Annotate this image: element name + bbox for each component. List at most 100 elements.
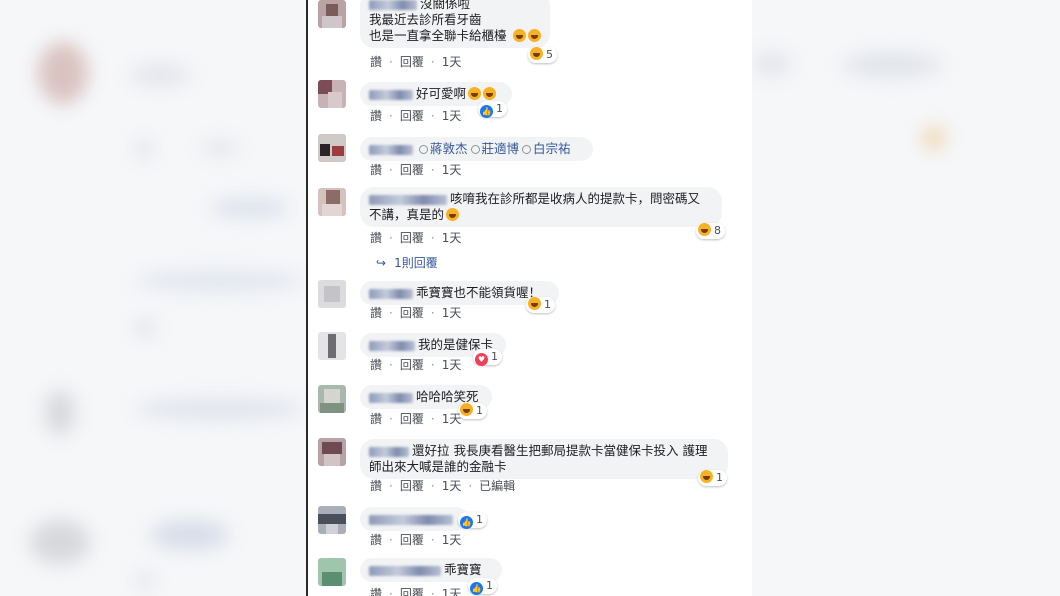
reply-arrow-icon: ↪ — [376, 256, 387, 270]
like-link[interactable]: 讚 — [370, 231, 382, 245]
reply-link[interactable]: 回覆 — [400, 109, 424, 123]
timestamp[interactable]: 1天 — [442, 109, 462, 123]
avatar[interactable] — [318, 188, 346, 216]
reaction-count: 8 — [714, 224, 721, 237]
comment-actions: 讚 · 回覆 · 1天 — [370, 358, 462, 372]
reply-link[interactable]: 回覆 — [400, 231, 424, 245]
laughing-emoji-icon — [483, 87, 497, 100]
comment-actions: 讚 · 回覆 · 1天 — [370, 163, 462, 177]
reaction-count: 1 — [496, 102, 503, 115]
commenter-name[interactable] — [369, 514, 453, 525]
reaction-summary[interactable]: 5 — [528, 47, 557, 63]
reply-link[interactable]: 回覆 — [400, 533, 424, 547]
comment-bubble: 還好拉 我長庚看醫生把郵局提款卡當健保卡投入 護理 師出來大喊是誰的金融卡 — [360, 439, 728, 479]
avatar[interactable] — [318, 280, 346, 308]
like-link[interactable]: 讚 — [370, 306, 382, 320]
like-link[interactable]: 讚 — [370, 55, 382, 69]
reaction-count: 1 — [476, 513, 483, 526]
timestamp[interactable]: 1天 — [442, 358, 462, 372]
blurred-background-right — [752, 0, 1060, 596]
reaction-summary[interactable]: 👍 1 — [458, 512, 487, 529]
avatar[interactable] — [318, 558, 346, 586]
commenter-name[interactable] — [369, 0, 417, 10]
comment-text: 好可愛啊 — [416, 86, 467, 101]
like-link[interactable]: 讚 — [370, 412, 382, 426]
comment-text: 乖寶寶 — [444, 562, 482, 577]
like-link[interactable]: 讚 — [370, 533, 382, 547]
like-link[interactable]: 讚 — [370, 479, 382, 493]
timestamp[interactable]: 1天 — [442, 163, 462, 177]
commenter-name[interactable] — [369, 340, 415, 351]
commenter-name[interactable] — [369, 392, 413, 403]
reply-link[interactable]: 回覆 — [400, 306, 424, 320]
comment-text: 師出來大喊是誰的金融卡 — [369, 459, 507, 474]
reply-link[interactable]: 回覆 — [400, 163, 424, 177]
timestamp[interactable]: 1天 — [442, 587, 462, 596]
edited-label[interactable]: 已編輯 — [479, 479, 515, 493]
comment-text: 也是一直拿全聯卡給櫃檯 — [369, 28, 507, 43]
reply-link[interactable]: 回覆 — [400, 55, 424, 69]
reply-link[interactable]: 回覆 — [400, 479, 424, 493]
tagged-user[interactable]: 蔣敦杰 — [430, 141, 468, 156]
reaction-summary[interactable]: 👍 1 — [468, 578, 497, 595]
tagged-user[interactable]: 白宗祐 — [533, 141, 571, 156]
commenter-name[interactable] — [369, 565, 441, 576]
reaction-count: 1 — [544, 298, 551, 311]
haha-reaction-icon — [698, 223, 711, 236]
comment-text: 還好拉 我長庚看醫生把郵局提款卡當健保卡投入 護理 — [412, 443, 708, 458]
like-link[interactable]: 讚 — [370, 587, 382, 596]
avatar[interactable] — [318, 506, 346, 534]
reply-link[interactable]: 回覆 — [400, 587, 424, 596]
reaction-summary[interactable]: 8 — [696, 223, 725, 239]
commenter-name[interactable] — [369, 446, 409, 457]
like-link[interactable]: 讚 — [370, 109, 382, 123]
tagged-user[interactable]: 莊適博 — [482, 141, 520, 156]
commenter-name[interactable] — [369, 194, 447, 205]
reply-link[interactable]: 回覆 — [400, 358, 424, 372]
timestamp[interactable]: 1天 — [442, 231, 462, 245]
tag-icon — [522, 145, 532, 154]
reaction-summary[interactable]: 1 — [526, 297, 555, 313]
timestamp[interactable]: 1天 — [442, 412, 462, 426]
avatar[interactable] — [318, 0, 346, 28]
love-reaction-icon: ♥ — [475, 353, 488, 366]
like-link[interactable]: 讚 — [370, 358, 382, 372]
commenter-name[interactable] — [369, 288, 413, 299]
comment-bubble — [360, 507, 468, 531]
timestamp[interactable]: 1天 — [442, 55, 462, 69]
comment-text: 我最近去診所看牙齒 — [369, 12, 482, 27]
reply-link[interactable]: 回覆 — [400, 412, 424, 426]
comment-actions: 讚 · 回覆 · 1天 — [370, 306, 462, 320]
tag-icon — [470, 145, 480, 154]
commenter-name[interactable] — [369, 89, 413, 100]
haha-reaction-icon — [530, 47, 543, 60]
comment-text: 沒關係啦 — [420, 0, 471, 11]
like-reaction-icon: 👍 — [460, 516, 473, 529]
reaction-summary[interactable]: 👍 1 — [478, 101, 507, 118]
avatar[interactable] — [318, 438, 346, 466]
comment-feed: 沒關係啦 我最近去診所看牙齒 也是一直拿全聯卡給櫃檯 5 讚 · 回覆 · 1天 好可愛… — [308, 0, 752, 596]
timestamp[interactable]: 1天 — [442, 533, 462, 547]
timestamp[interactable]: 1天 — [442, 479, 462, 493]
view-replies-link[interactable]: ↪ 1則回覆 — [376, 254, 438, 271]
reaction-count: 1 — [486, 579, 493, 592]
comment-bubble: 咳唷我在診所都是收病人的提款卡，問密碼又 不講，真是的 — [360, 187, 722, 227]
avatar[interactable] — [318, 134, 346, 162]
avatar[interactable] — [318, 80, 346, 108]
avatar[interactable] — [318, 385, 346, 413]
reaction-summary[interactable]: 1 — [698, 470, 727, 486]
comment-bubble: 沒關係啦 我最近去診所看牙齒 也是一直拿全聯卡給櫃檯 — [360, 0, 550, 48]
reaction-summary[interactable]: ♥ 1 — [473, 349, 502, 366]
avatar[interactable] — [318, 332, 346, 360]
haha-reaction-icon — [700, 470, 713, 483]
comment-text: 乖寶寶也不能領貨喔！ — [416, 285, 542, 300]
like-link[interactable]: 讚 — [370, 163, 382, 177]
comment-actions: 讚 · 回覆 · 1天 — [370, 585, 468, 596]
timestamp[interactable]: 1天 — [442, 306, 462, 320]
blurred-background-left — [0, 0, 308, 596]
comment-text: 咳唷我在診所都是收病人的提款卡，問密碼又 — [450, 191, 701, 206]
laughing-emoji-icon — [468, 87, 482, 100]
commenter-name[interactable] — [369, 144, 413, 155]
reaction-count: 1 — [716, 471, 723, 484]
reaction-count: 5 — [546, 48, 553, 61]
